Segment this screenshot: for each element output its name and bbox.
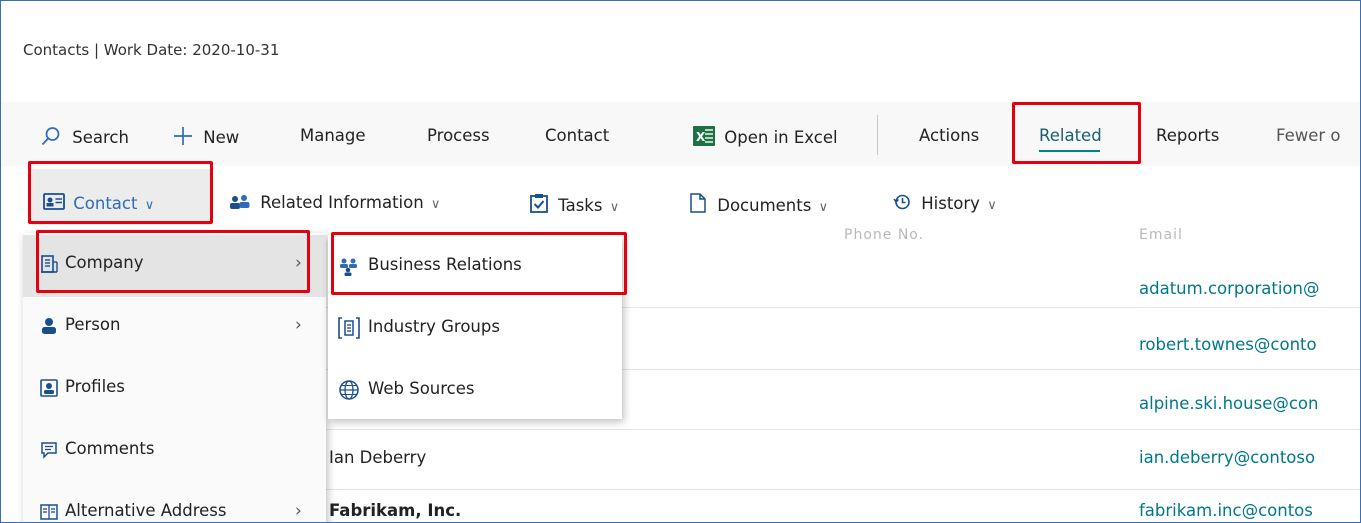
- email-link[interactable]: ian.deberry@contoso: [1139, 448, 1315, 467]
- search-button[interactable]: Search: [41, 126, 129, 147]
- tasks-menu-button[interactable]: Tasks ∨: [530, 193, 619, 215]
- highlight-company-item: [36, 230, 310, 293]
- open-in-excel-button[interactable]: X Open in Excel: [693, 126, 838, 147]
- row-divider: [321, 489, 1360, 490]
- action-bar-separator: [877, 115, 878, 155]
- related-information-menu-button[interactable]: Related Information ∨: [229, 193, 440, 212]
- contact-name[interactable]: Ian Deberry: [329, 448, 426, 467]
- actions-tab[interactable]: Actions: [919, 126, 979, 145]
- plus-icon: [173, 126, 193, 146]
- highlight-contact-button: [28, 161, 213, 224]
- menu-item-industry-groups[interactable]: Industry Groups: [328, 297, 622, 359]
- document-icon: [690, 193, 706, 213]
- highlight-related-tab: [1012, 102, 1141, 164]
- search-icon: [41, 126, 61, 146]
- chevron-down-icon: ∨: [609, 200, 620, 215]
- history-menu-button[interactable]: History ∨: [893, 193, 997, 213]
- chevron-right-icon: ›: [295, 501, 302, 521]
- profiles-icon: [40, 379, 58, 397]
- page-title: Contacts | Work Date: 2020-10-31: [23, 41, 280, 59]
- svg-text:X: X: [696, 130, 706, 144]
- menu-item-profiles[interactable]: Profiles: [23, 359, 326, 421]
- chevron-down-icon: ∨: [430, 197, 441, 212]
- column-header-phone: Phone No.: [844, 227, 925, 243]
- contact-tab[interactable]: Contact: [545, 126, 609, 145]
- address-icon: [40, 503, 58, 521]
- manage-tab[interactable]: Manage: [300, 126, 366, 145]
- documents-menu-button[interactable]: Documents ∨: [690, 193, 828, 215]
- email-link[interactable]: robert.townes@conto: [1139, 335, 1317, 354]
- chevron-down-icon: ∨: [987, 198, 997, 213]
- menu-item-web-sources[interactable]: Web Sources: [328, 359, 622, 421]
- column-header-email: Email: [1139, 227, 1183, 243]
- industry-groups-icon: [338, 317, 360, 339]
- email-link[interactable]: adatum.corporation@: [1139, 279, 1319, 298]
- email-link[interactable]: fabrikam.inc@contos: [1139, 501, 1313, 520]
- contact-name[interactable]: Fabrikam, Inc.: [329, 501, 461, 520]
- clipboard-check-icon: [530, 193, 548, 213]
- menu-item-person[interactable]: Person ›: [23, 297, 326, 359]
- new-button[interactable]: New: [173, 126, 239, 147]
- highlight-business-relations: [331, 232, 627, 295]
- chevron-right-icon: ›: [295, 315, 302, 335]
- comments-icon: [40, 441, 58, 459]
- reports-tab[interactable]: Reports: [1156, 126, 1219, 145]
- row-divider: [321, 429, 1360, 430]
- menu-item-comments[interactable]: Comments: [23, 421, 326, 483]
- person-icon: [40, 317, 58, 335]
- app-window: Contacts | Work Date: 2020-10-31 Search …: [0, 0, 1361, 523]
- email-link[interactable]: alpine.ski.house@con: [1139, 394, 1318, 413]
- excel-icon: X: [693, 126, 715, 146]
- globe-icon: [338, 379, 360, 401]
- process-tab[interactable]: Process: [427, 126, 490, 145]
- people-icon: [229, 194, 251, 210]
- fewer-options-button[interactable]: Fewer o: [1276, 126, 1341, 145]
- menu-item-alternative-address[interactable]: Alternative Address ›: [23, 483, 326, 522]
- history-icon: [893, 193, 911, 211]
- chevron-down-icon: ∨: [818, 200, 829, 215]
